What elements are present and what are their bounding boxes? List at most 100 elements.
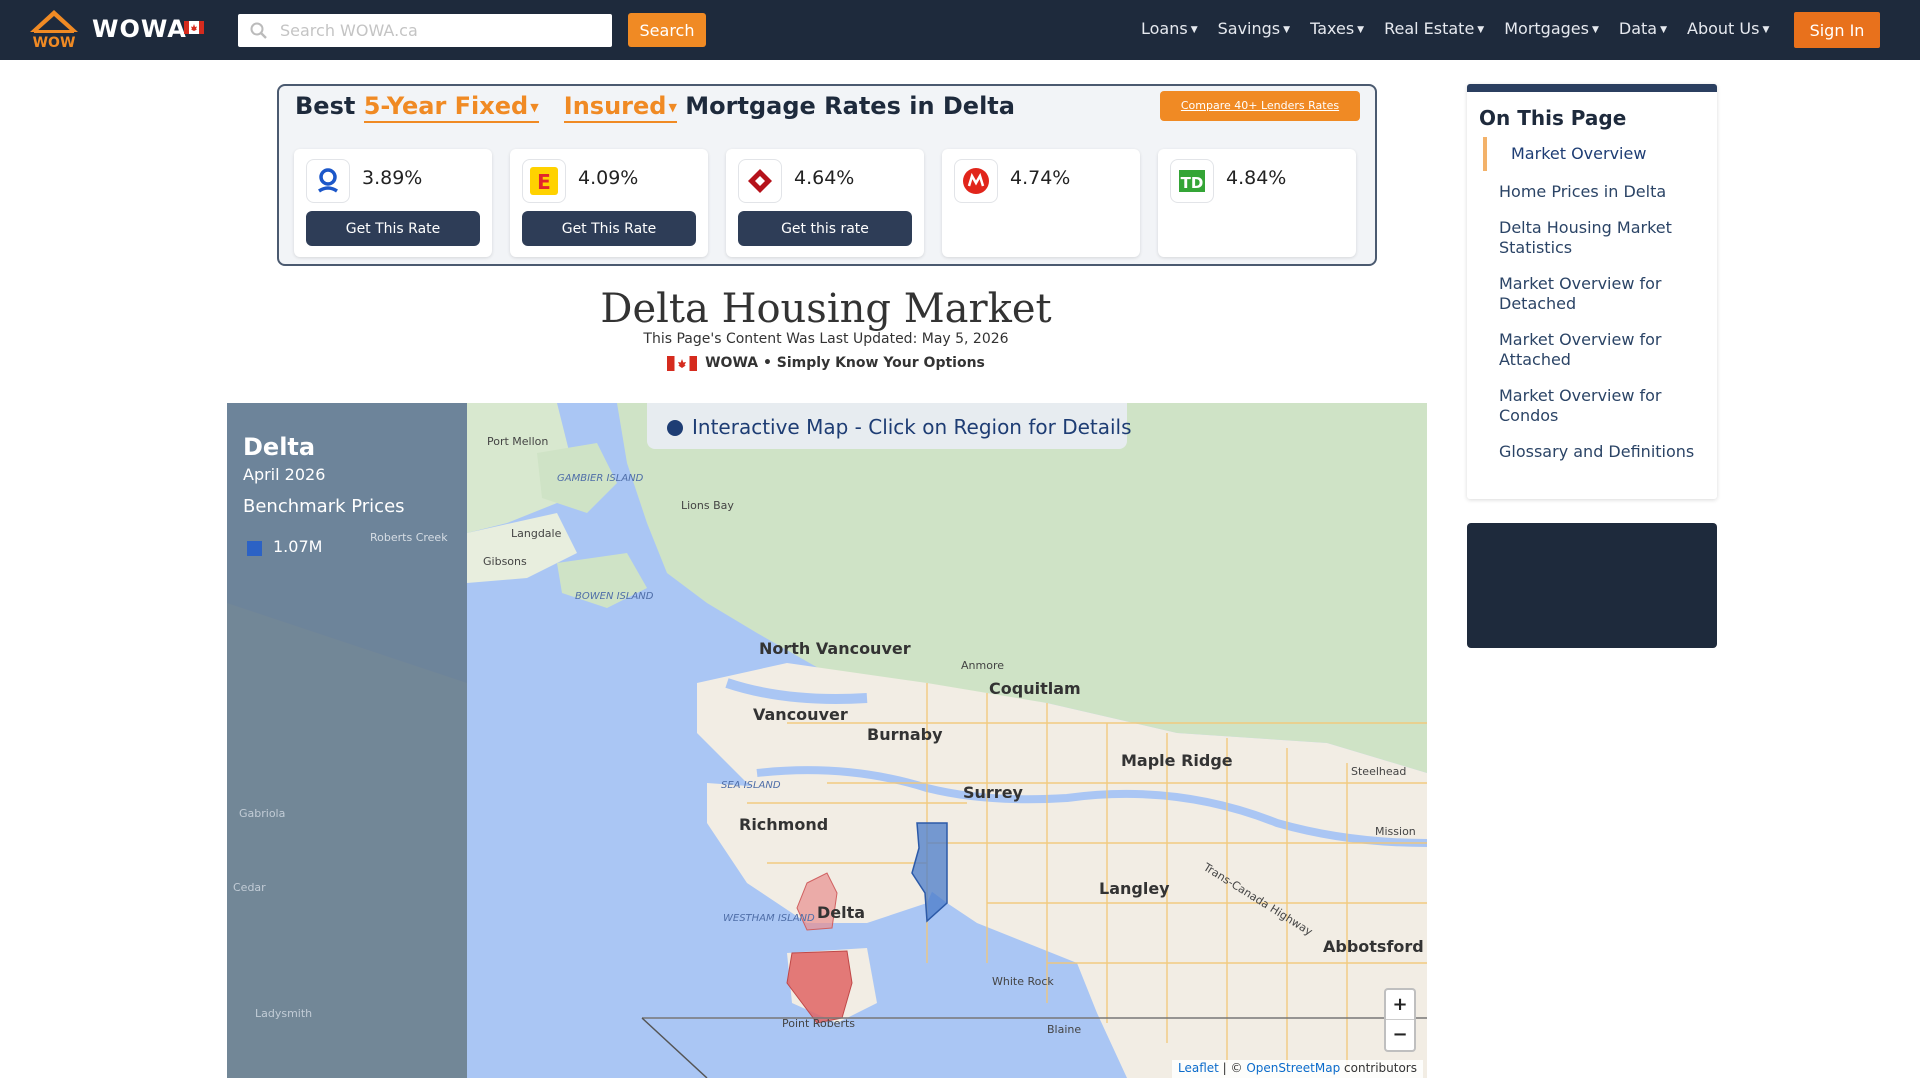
brand-name[interactable]: WOWA [92,15,187,43]
cibc-logo-icon [738,159,782,203]
canada-flag-icon [667,355,698,371]
rates-title-suffix: Mortgage Rates in Delta [685,92,1015,120]
main-menu: Loans ▼ Savings ▼ Taxes ▼ Real Estate ▼ Mort… [1141,19,1789,38]
leaflet-link[interactable]: Leaflet [1178,1061,1219,1075]
tagline-text: WOWA • Simply Know Your Options [705,355,985,371]
bmo-logo-icon [954,159,998,203]
rates-title: Best 5-Year Fixed ▼ Insured ▼ Mortgage Rat… [295,92,1015,123]
svg-text:WOW: WOW [33,35,76,50]
tagline: WOWA • Simply Know Your Options [540,355,1112,371]
toc-item-condos[interactable]: Market Overview for Condos [1499,386,1704,426]
rates-title-prefix: Best [295,92,356,120]
map-label: SEA ISLAND [721,780,781,791]
map-label: Abbotsford [1323,937,1424,956]
map-label: Steelhead [1351,765,1407,778]
legend-month: April 2026 [243,465,326,484]
map-label: Point Roberts [782,1017,856,1030]
get-this-rate-button[interactable]: Get This Rate [306,211,480,246]
attribution-separator: | © [1218,1061,1247,1075]
mortgage-rates-panel: Best 5-Year Fixed ▼ Insured ▼ Mortgage Rat… [277,84,1377,266]
sign-in-button[interactable]: Sign In [1794,12,1880,48]
legend-panel: Delta April 2026 Benchmark Prices 1.07M [227,403,467,1078]
menu-savings[interactable]: Savings ▼ [1218,19,1290,38]
search-icon [250,22,267,39]
map-label: Ladysmith [255,1007,313,1020]
toc-item-detached[interactable]: Market Overview for Detached [1499,274,1704,314]
caret-down-icon: ▼ [1477,24,1485,35]
caret-down-icon: ▼ [1591,24,1599,35]
map-instruction-text: Interactive Map - Click on Region for De… [692,415,1132,439]
page-title: Delta Housing Market [600,286,1052,332]
get-this-rate-button[interactable]: Get this rate [738,211,912,246]
last-updated: This Page's Content Was Last Updated: Ma… [643,331,1009,347]
compare-lenders-button[interactable]: Compare 40+ Lenders Rates [1160,91,1360,121]
rate-value: 4.64% [794,167,855,189]
caret-down-icon: ▼ [668,100,677,114]
ad-placeholder[interactable] [1467,523,1717,648]
map-label: GAMBIER ISLAND [557,473,644,484]
menu-real-estate[interactable]: Real Estate ▼ [1384,19,1484,38]
map-label: Cedar [233,881,266,894]
map-attribution: Leaflet | © OpenStreetMap contributors [1172,1060,1423,1078]
rate-card: 4.64% Get this rate [726,149,924,257]
search-field[interactable] [238,14,612,47]
menu-loans[interactable]: Loans ▼ [1141,19,1198,38]
caret-down-icon: ▼ [1190,24,1198,35]
map-label: Maple Ridge [1121,751,1233,770]
map-label: Gabriola [239,807,286,820]
menu-data[interactable]: Data ▼ [1619,19,1667,38]
get-this-rate-button[interactable]: Get This Rate [522,211,696,246]
map-label: Mission [1375,825,1416,838]
menu-mortgages[interactable]: Mortgages ▼ [1504,19,1599,38]
legend-city: Delta [243,433,316,461]
map-label: Vancouver [753,705,848,724]
menu-about-us[interactable]: About Us ▼ [1687,19,1769,38]
menu-taxes[interactable]: Taxes ▼ [1310,19,1364,38]
map-label: BOWEN ISLAND [575,591,654,602]
map-label: Langley [1099,879,1170,898]
map-label: North Vancouver [759,639,911,658]
caret-down-icon: ▼ [1660,24,1668,35]
caret-down-icon: ▼ [1762,24,1770,35]
rate-card: 4.74% [942,149,1140,257]
lender-logo-icon [306,159,350,203]
tsawwassen-region [786,950,853,1024]
caret-down-icon: ▼ [1357,24,1365,35]
top-nav: WOW WOWA Search Loans▼ Savings▼ Taxes▼ R… [0,0,1920,60]
rate-card: E 4.09% Get This Rate [510,149,708,257]
map-label: Anmore [961,659,1004,672]
caret-down-icon: ▼ [1283,24,1291,35]
toc-item-market-overview[interactable]: Market Overview [1483,137,1688,171]
legend-heading: Benchmark Prices [243,496,405,517]
map-instruction-banner: Interactive Map - Click on Region for De… [647,403,1132,449]
toc-item-market-statistics[interactable]: Delta Housing Market Statistics [1499,218,1704,258]
search-input[interactable] [280,14,600,47]
svg-text:TD: TD [1181,174,1204,192]
search-button[interactable]: Search [628,13,706,47]
legend-price: 1.07M [273,537,323,556]
wowa-logo-icon[interactable]: WOW [28,8,80,50]
zoom-in-button[interactable]: + [1386,990,1414,1020]
toc-item-glossary[interactable]: Glossary and Definitions [1499,442,1704,462]
zoom-control: + − [1384,988,1416,1052]
map-label: Blaine [1047,1023,1082,1036]
type-dropdown[interactable]: Insured ▼ [563,92,677,123]
interactive-map[interactable]: Delta April 2026 Benchmark Prices 1.07M … [227,403,1427,1078]
rate-value: 3.89% [362,167,423,189]
canada-flag-icon [184,21,204,34]
caret-down-icon: ▼ [530,100,539,114]
term-dropdown[interactable]: 5-Year Fixed ▼ [363,92,539,123]
osm-link[interactable]: OpenStreetMap [1246,1061,1340,1075]
toc-title: On This Page [1479,106,1627,130]
toc-item-home-prices[interactable]: Home Prices in Delta [1499,182,1704,202]
map-label: White Rock [992,975,1054,988]
toc-item-attached[interactable]: Market Overview for Attached [1499,330,1704,370]
rate-value: 4.84% [1226,167,1287,189]
lender-logo-icon: E [522,159,566,203]
map-label: Roberts Creek [370,531,448,544]
map-label: WESTHAM ISLAND [723,913,815,924]
rate-value: 4.74% [1010,167,1071,189]
zoom-out-button[interactable]: − [1386,1020,1414,1050]
map-label: Surrey [963,783,1023,802]
map-label: Burnaby [867,725,943,744]
